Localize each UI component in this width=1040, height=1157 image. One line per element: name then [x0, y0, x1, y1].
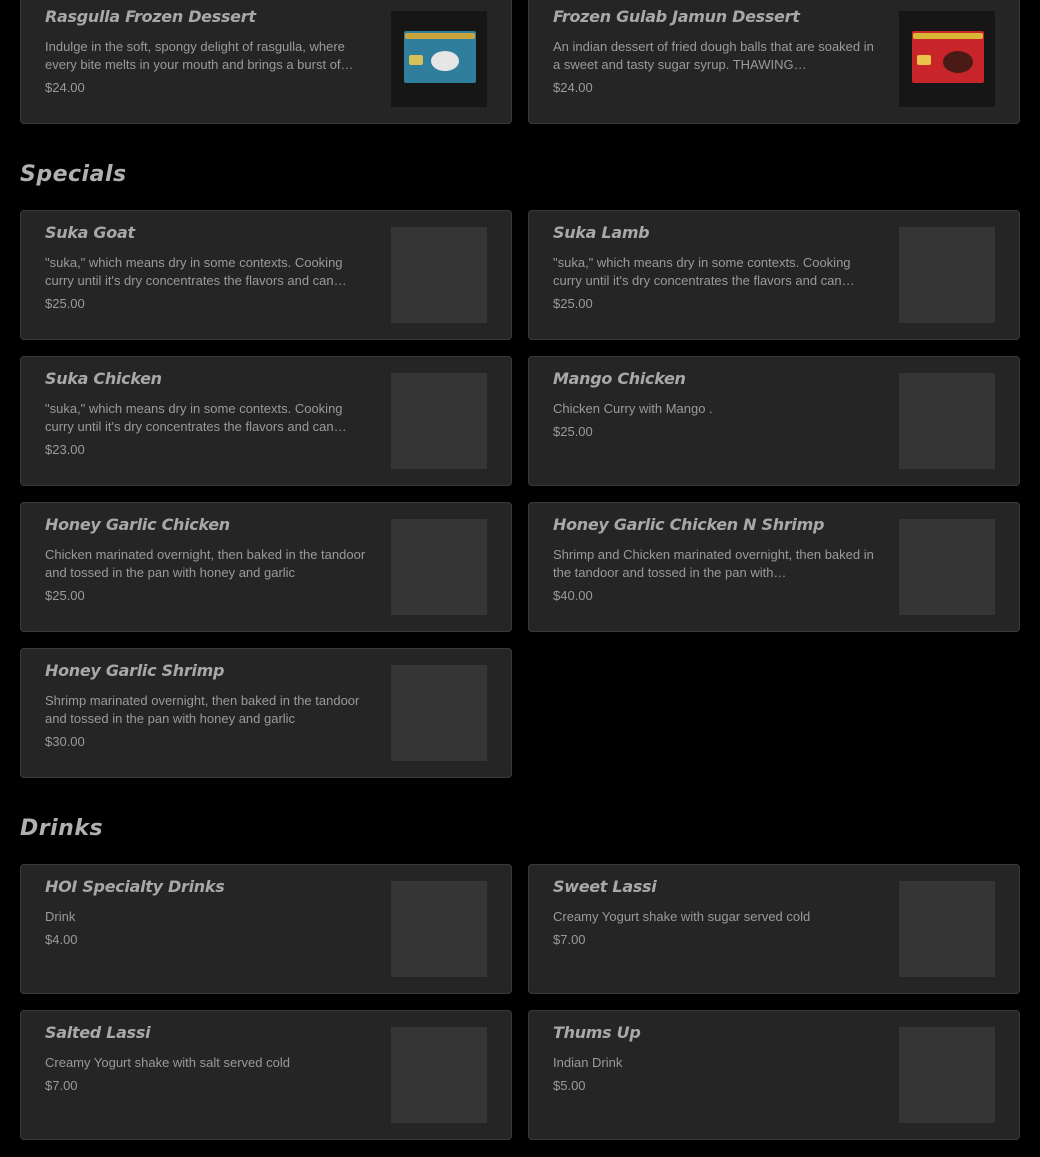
item-price: $7.00 [553, 932, 586, 947]
gulab-jamun-product-image [899, 11, 995, 107]
menu-item-card[interactable]: Honey Garlic Chicken Chicken marinated o… [20, 502, 512, 632]
item-description: Indian Drink [553, 1055, 623, 1070]
image-placeholder [391, 373, 487, 469]
item-name: Suka Chicken [45, 369, 162, 388]
item-price: $25.00 [45, 588, 85, 603]
item-name: Rasgulla Frozen Dessert [45, 7, 256, 26]
menu-item-card[interactable]: Honey Garlic Shrimp Shrimp marinated ove… [20, 648, 512, 778]
item-description: Shrimp and Chicken marinated overnight, … [553, 547, 874, 580]
item-name: Frozen Gulab Jamun Dessert [553, 7, 800, 26]
item-description: An indian dessert of fried dough balls t… [553, 39, 874, 72]
item-description: "suka," which means dry in some contexts… [45, 401, 347, 434]
item-name: Sweet Lassi [553, 877, 657, 896]
menu-page: Rasgulla Frozen Dessert Indulge in the s… [0, 0, 1040, 1157]
item-name: Salted Lassi [45, 1023, 151, 1042]
menu-item-card[interactable]: Thums Up Indian Drink $5.00 [528, 1010, 1020, 1140]
image-placeholder [899, 227, 995, 323]
menu-item-card[interactable]: Sweet Lassi Creamy Yogurt shake with sug… [528, 864, 1020, 994]
menu-item-card[interactable]: Suka Goat "suka," which means dry in som… [20, 210, 512, 340]
item-name: Mango Chicken [553, 369, 686, 388]
item-name: HOI Specialty Drinks [45, 877, 225, 896]
item-price: $24.00 [45, 80, 85, 95]
image-placeholder [899, 519, 995, 615]
item-price: $25.00 [45, 296, 85, 311]
rasgulla-product-image [391, 11, 487, 107]
item-price: $40.00 [553, 588, 593, 603]
item-description: Shrimp marinated overnight, then baked i… [45, 693, 360, 726]
section-title-specials: Specials [20, 162, 127, 187]
image-placeholder [391, 519, 487, 615]
item-price: $30.00 [45, 734, 85, 749]
menu-item-card[interactable]: Suka Chicken "suka," which means dry in … [20, 356, 512, 486]
item-price: $5.00 [553, 1078, 586, 1093]
item-name: Thums Up [553, 1023, 641, 1042]
item-description: Creamy Yogurt shake with sugar served co… [553, 909, 811, 924]
menu-item-card[interactable]: Honey Garlic Chicken N Shrimp Shrimp and… [528, 502, 1020, 632]
item-price: $25.00 [553, 296, 593, 311]
image-placeholder [899, 373, 995, 469]
image-placeholder [391, 665, 487, 761]
item-description: Chicken Curry with Mango . [553, 401, 713, 416]
menu-item-card[interactable]: HOI Specialty Drinks Drink $4.00 [20, 864, 512, 994]
item-description: Drink [45, 909, 76, 924]
menu-item-card[interactable]: Salted Lassi Creamy Yogurt shake with sa… [20, 1010, 512, 1140]
item-description: Indulge in the soft, spongy delight of r… [45, 39, 354, 72]
item-description: Creamy Yogurt shake with salt served col… [45, 1055, 290, 1070]
menu-item-card[interactable]: Suka Lamb "suka," which means dry in som… [528, 210, 1020, 340]
menu-item-card[interactable]: Frozen Gulab Jamun Dessert An indian des… [528, 0, 1020, 124]
item-price: $7.00 [45, 1078, 78, 1093]
item-price: $25.00 [553, 424, 593, 439]
item-description: Chicken marinated overnight, then baked … [45, 547, 366, 580]
item-price: $4.00 [45, 932, 78, 947]
section-title-drinks: Drinks [20, 816, 104, 841]
item-name: Honey Garlic Chicken N Shrimp [553, 515, 825, 534]
menu-item-card[interactable]: Rasgulla Frozen Dessert Indulge in the s… [20, 0, 512, 124]
image-placeholder [391, 881, 487, 977]
image-placeholder [899, 1027, 995, 1123]
image-placeholder [391, 1027, 487, 1123]
item-price: $24.00 [553, 80, 593, 95]
menu-item-card[interactable]: Mango Chicken Chicken Curry with Mango .… [528, 356, 1020, 486]
item-description: "suka," which means dry in some contexts… [45, 255, 347, 288]
item-price: $23.00 [45, 442, 85, 457]
item-name: Honey Garlic Chicken [45, 515, 230, 534]
item-description: "suka," which means dry in some contexts… [553, 255, 855, 288]
item-name: Honey Garlic Shrimp [45, 661, 225, 680]
item-name: Suka Lamb [553, 223, 650, 242]
image-placeholder [391, 227, 487, 323]
image-placeholder [899, 881, 995, 977]
item-name: Suka Goat [45, 223, 135, 242]
